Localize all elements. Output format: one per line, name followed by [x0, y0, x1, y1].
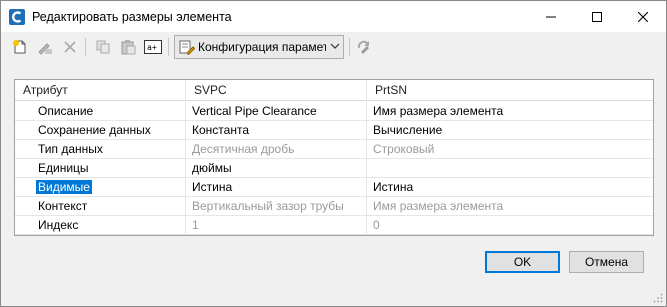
prtsn-value-cell[interactable]: [367, 159, 653, 178]
column-header-svpc[interactable]: SVPC: [186, 80, 367, 101]
prtsn-value-cell: 0: [367, 216, 653, 235]
svg-text:a+: a+: [147, 43, 157, 52]
edit-button[interactable]: [34, 36, 56, 58]
civil3d-app-icon: [9, 9, 25, 25]
prtsn-value-cell[interactable]: Вычисление: [367, 121, 653, 140]
table-row[interactable]: Контекст Вертикальный зазор трубы Имя ра…: [15, 197, 653, 216]
prtsn-value-cell: Имя размера элемента: [367, 197, 653, 216]
attribute-cell: Тип данных: [15, 140, 186, 159]
toolbar-separator: [168, 38, 169, 56]
table-row-selected[interactable]: Видимые Истина Истина: [15, 178, 653, 197]
table-row[interactable]: Описание Vertical Pipe Clearance Имя раз…: [15, 102, 653, 121]
new-dimension-button[interactable]: [9, 36, 31, 58]
delete-button[interactable]: [59, 36, 81, 58]
minimize-icon: [546, 16, 556, 17]
new-file-icon: [13, 40, 26, 54]
svpc-value-cell[interactable]: Истина: [186, 178, 367, 197]
attribute-cell: Контекст: [15, 197, 186, 216]
prtsn-value-cell[interactable]: Истина: [367, 178, 653, 197]
attribute-cell: Описание: [15, 102, 186, 121]
refresh-icon: [357, 40, 369, 54]
table-row[interactable]: Сохранение данных Константа Вычисление: [15, 121, 653, 140]
svpc-value-cell: 1: [186, 216, 367, 235]
attribute-cell: Сохранение данных: [15, 121, 186, 140]
configuration-dropdown-label: Конфигурация параметров: [198, 40, 326, 54]
toolbar-separator: [85, 38, 86, 56]
copy-icon: [96, 40, 110, 54]
chevron-down-icon: [330, 43, 340, 49]
ok-button[interactable]: OK: [485, 251, 560, 273]
attributes-grid[interactable]: Атрибут SVPC PrtSN Описание Vertical Pip…: [14, 79, 654, 236]
column-header-prtsn[interactable]: PrtSN: [367, 80, 653, 101]
toolbar: a+ Конфигурация параметров: [1, 32, 666, 64]
prtsn-value-cell: Строковый: [367, 140, 653, 159]
configuration-icon: [179, 40, 195, 55]
rename-icon: a+: [144, 40, 162, 54]
close-button[interactable]: [620, 1, 666, 32]
dialog-window: Редактировать размеры элемента a+ Конфиг…: [0, 0, 667, 307]
attribute-label: Контекст: [38, 199, 88, 213]
toolbar-separator: [349, 38, 350, 56]
grid-header: Атрибут SVPC PrtSN: [15, 80, 653, 101]
svpc-value-cell[interactable]: дюймы: [186, 159, 367, 178]
prtsn-value-cell[interactable]: Имя размера элемента: [367, 102, 653, 121]
delete-icon: [64, 41, 76, 53]
column-header-attribute[interactable]: Атрибут: [15, 80, 186, 101]
svpc-value-cell[interactable]: Константа: [186, 121, 367, 140]
svpc-value-cell[interactable]: Vertical Pipe Clearance: [186, 102, 367, 121]
cancel-button[interactable]: Отмена: [569, 251, 644, 273]
close-icon: [638, 11, 648, 22]
table-row[interactable]: Тип данных Десятичная дробь Строковый: [15, 140, 653, 159]
edit-icon: [38, 43, 52, 55]
table-row[interactable]: Индекс 1 0: [15, 216, 653, 235]
update-button[interactable]: [353, 36, 375, 58]
attribute-label: Сохранение данных: [38, 123, 151, 137]
paste-button[interactable]: [117, 36, 139, 58]
window-title: Редактировать размеры элемента: [32, 10, 232, 24]
svpc-value-cell: Вертикальный зазор трубы: [186, 197, 367, 216]
attribute-label: Индекс: [38, 218, 79, 232]
maximize-icon: [592, 11, 602, 22]
attribute-label: Тип данных: [38, 142, 103, 156]
attribute-cell: Видимые: [15, 178, 186, 197]
minimize-button[interactable]: [528, 1, 574, 32]
rename-button[interactable]: a+: [142, 36, 164, 58]
attribute-cell: Единицы: [15, 159, 186, 178]
paste-icon: [121, 40, 136, 55]
attribute-cell: Индекс: [15, 216, 186, 235]
configuration-dropdown[interactable]: Конфигурация параметров: [174, 35, 344, 59]
resize-grip-icon[interactable]: [653, 293, 663, 303]
title-bar[interactable]: Редактировать размеры элемента: [1, 1, 666, 32]
svpc-value-cell: Десятичная дробь: [186, 140, 367, 159]
table-row[interactable]: Единицы дюймы: [15, 159, 653, 178]
maximize-button[interactable]: [574, 1, 620, 32]
copy-button[interactable]: [92, 36, 114, 58]
attribute-label: Описание: [38, 104, 94, 118]
attribute-label: Единицы: [38, 161, 89, 175]
attribute-label-selected: Видимые: [36, 180, 92, 194]
